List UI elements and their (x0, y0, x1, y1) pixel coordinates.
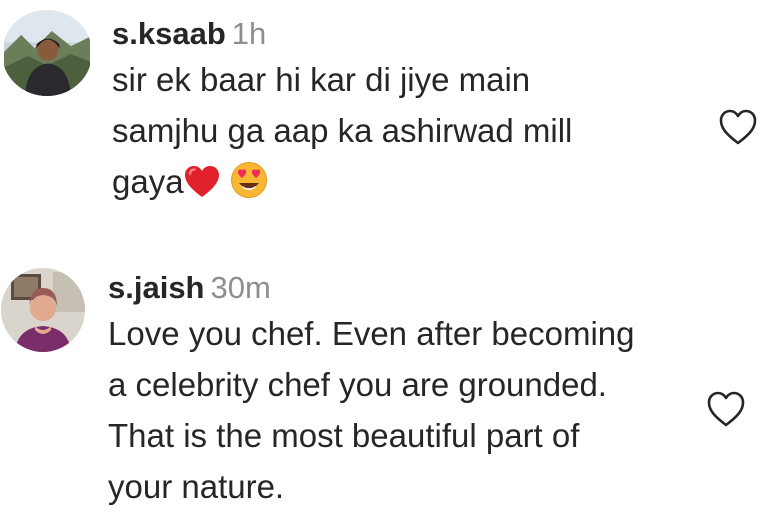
like-button[interactable] (718, 108, 758, 146)
user-avatar-icon (4, 10, 90, 96)
comment-body: s.ksaab 1h sir ek baar hi kar di jiye mai… (112, 14, 702, 207)
avatar[interactable] (1, 268, 85, 352)
comment-text-line: sir ek baar hi kar di jiye main (112, 61, 531, 98)
like-button[interactable] (706, 390, 746, 428)
comment-text-line: gaya (112, 163, 184, 200)
comment-timestamp: 1h (231, 16, 267, 51)
avatar[interactable] (2, 10, 92, 96)
username-link[interactable]: s.jaish (108, 270, 205, 305)
user-avatar-icon (1, 268, 85, 352)
comment-text-line: your nature. (108, 468, 285, 505)
comment-text-line: That is the most beautiful part of (108, 417, 580, 454)
heart-outline-icon (719, 109, 757, 145)
heart-outline-icon (707, 391, 745, 427)
comment-text-line: Love you chef. Even after becoming (108, 315, 635, 352)
comment-header: s.ksaab 1h (112, 14, 702, 54)
comment-text-line: samjhu ga aap ka ashirwad mill (112, 112, 573, 149)
comment-text: Love you chef. Even after becoming a cel… (108, 308, 698, 512)
comment-text-line: a celebrity chef you are grounded. (108, 366, 607, 403)
comment-timestamp: 30m (210, 270, 271, 305)
red-heart-emoji-icon (184, 162, 220, 197)
comment-header: s.jaish 30m (108, 268, 698, 308)
comment-text: sir ek baar hi kar di jiye main samjhu g… (112, 54, 702, 207)
username-link[interactable]: s.ksaab (112, 16, 226, 51)
comment-body: s.jaish 30m Love you chef. Even after bec… (108, 268, 698, 512)
heart-eyes-emoji-icon (230, 161, 268, 199)
comment-text-line-last: gaya (112, 156, 702, 207)
